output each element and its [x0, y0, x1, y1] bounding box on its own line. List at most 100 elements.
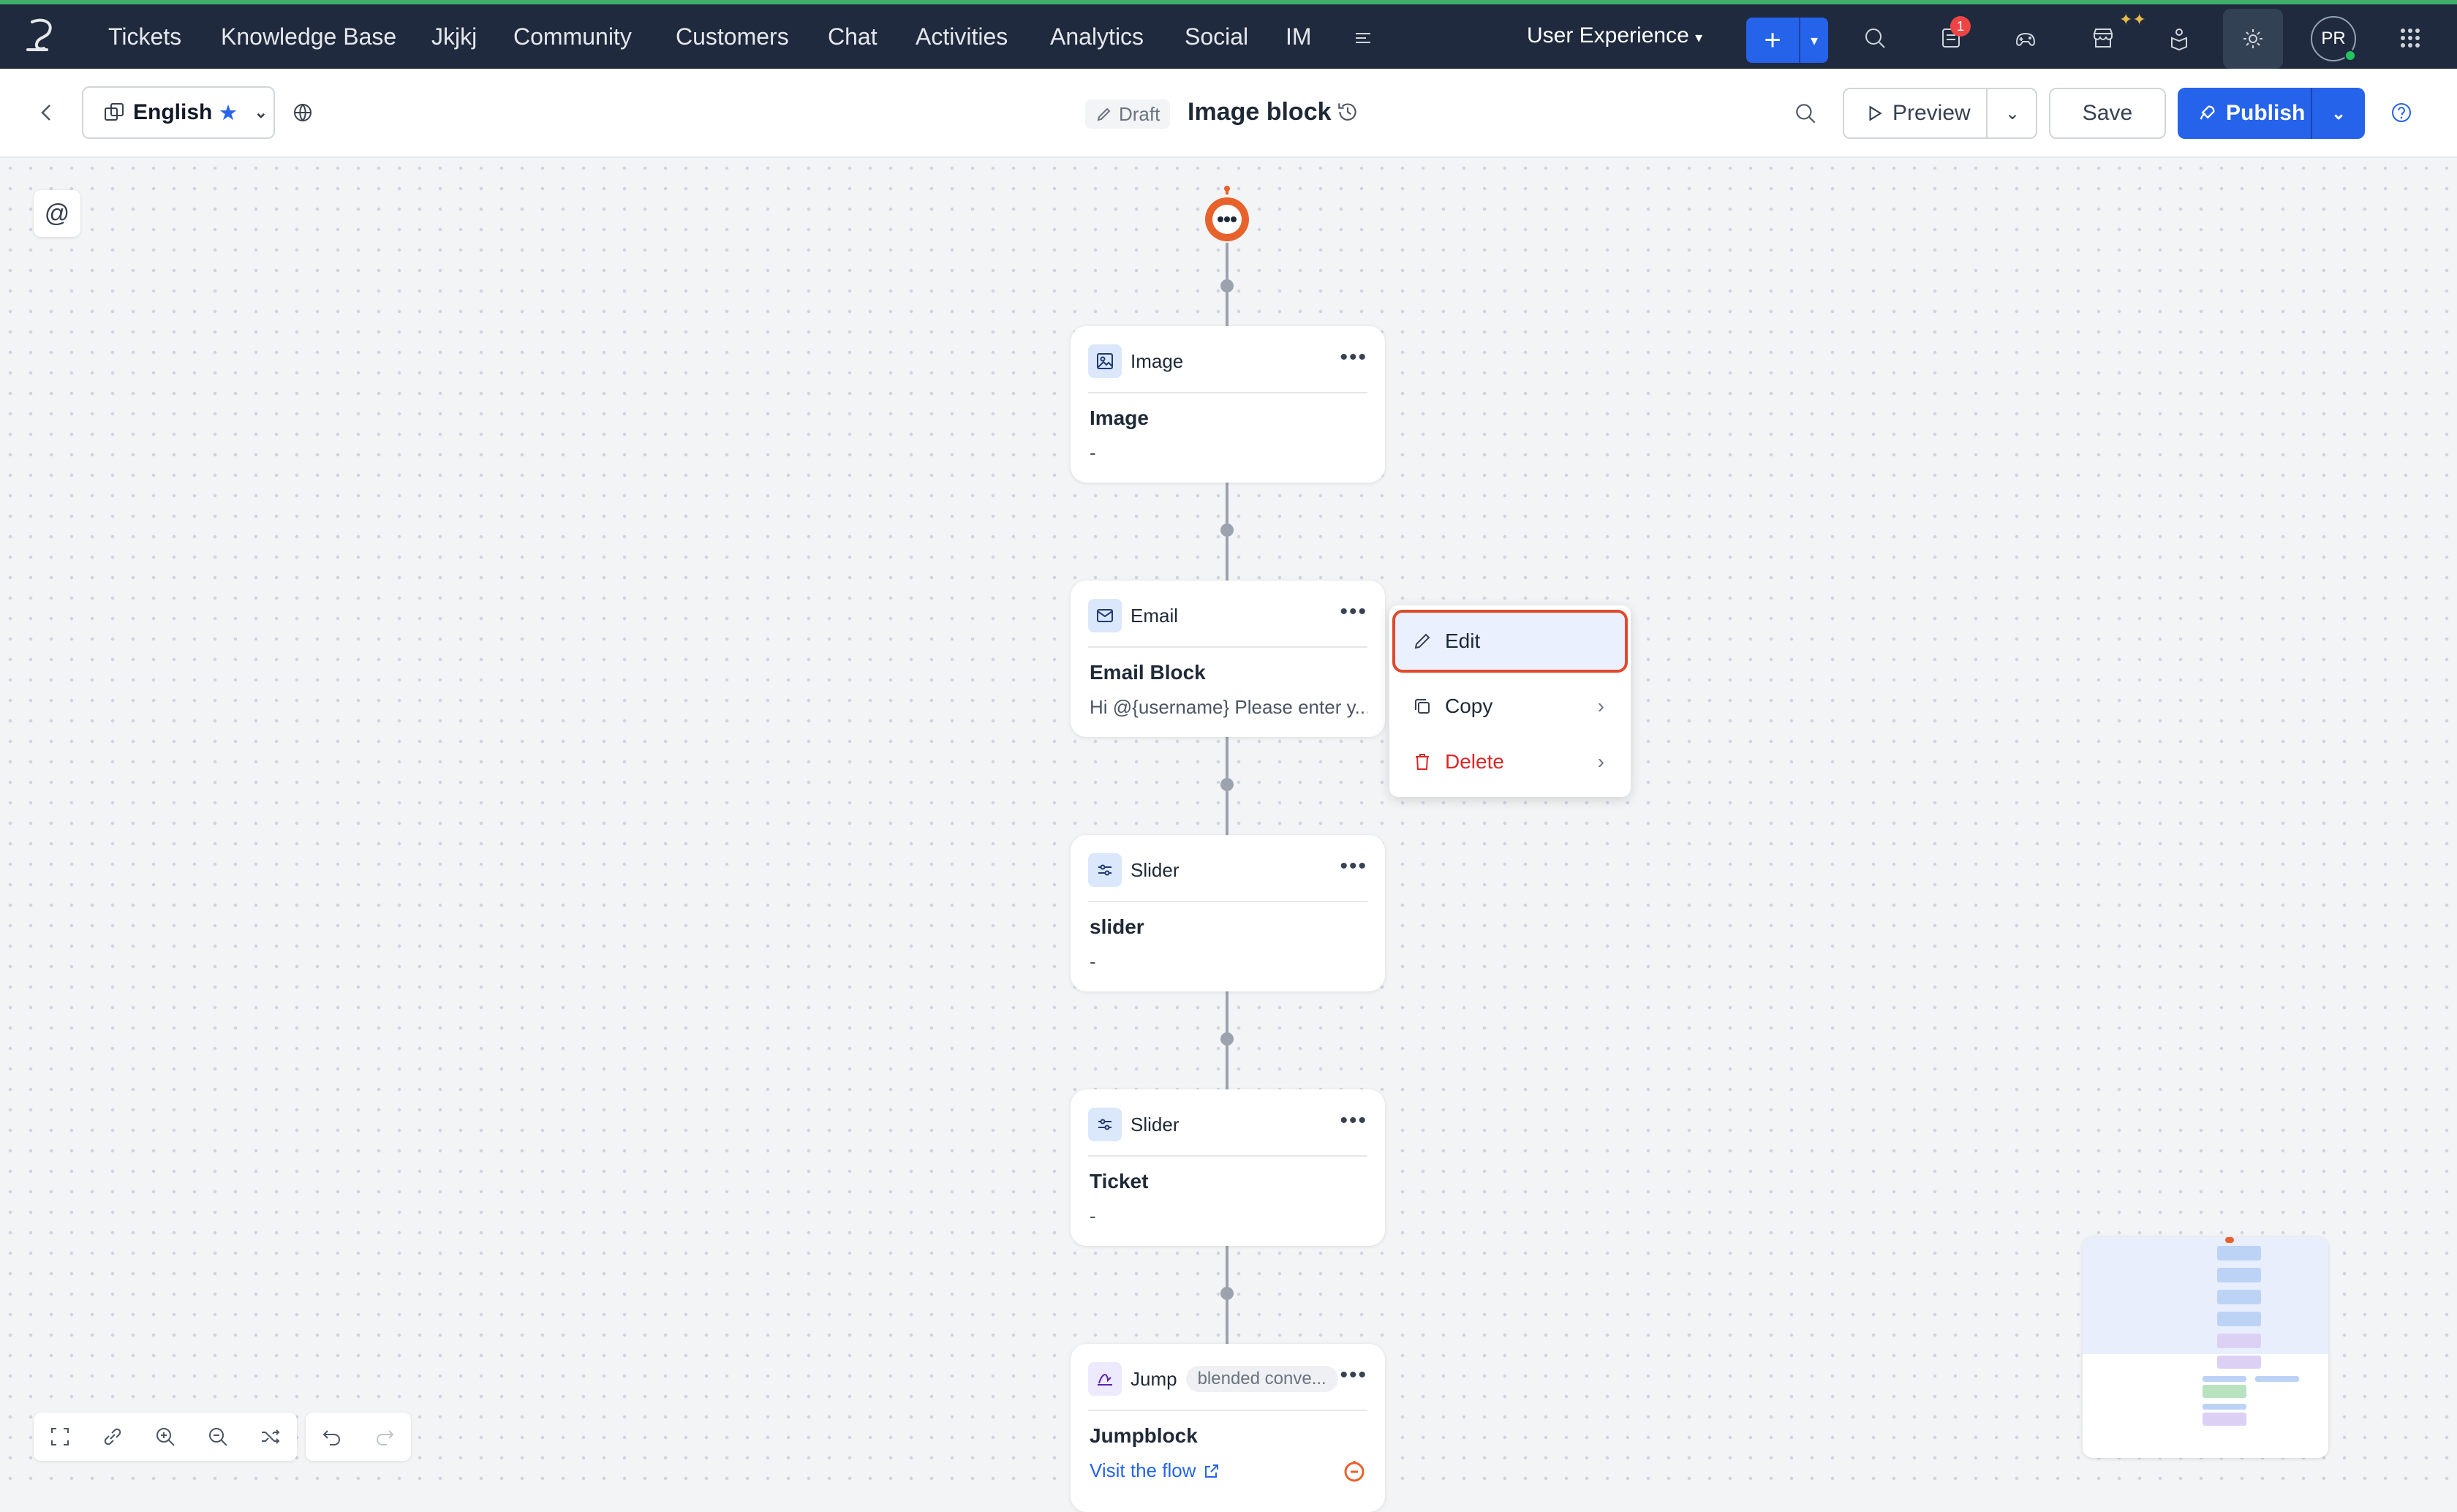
minimap-node: [2217, 1312, 2261, 1326]
status-label: Draft: [1119, 102, 1160, 125]
link-label: Visit the flow: [1090, 1459, 1196, 1481]
preview-button[interactable]: Preview ⌄: [1843, 88, 2037, 139]
bot-start-node-icon[interactable]: [1202, 184, 1252, 243]
canvas-controls: [34, 1413, 411, 1461]
apps-grid-icon[interactable]: [2391, 19, 2429, 57]
block-title: Image: [1090, 407, 1149, 429]
app-logo-icon[interactable]: [22, 16, 58, 54]
chevron-down-icon[interactable]: ⌄: [1988, 89, 2037, 137]
search-icon[interactable]: [1856, 19, 1894, 57]
bot-icon: [1343, 1459, 1366, 1486]
more-options-icon[interactable]: •••: [1340, 855, 1367, 877]
save-button[interactable]: Save: [2049, 88, 2166, 139]
page-title: Image block: [1188, 98, 1332, 126]
flow-canvas[interactable]: @ Image ••• Image - Email ••• Email Bloc…: [0, 158, 2457, 1512]
more-tabs-icon[interactable]: [1344, 19, 1382, 57]
minimap-node: [2217, 1334, 2261, 1348]
block-subtitle: -: [1090, 950, 1096, 972]
nav-community[interactable]: Community: [513, 23, 632, 50]
divider: [1088, 901, 1367, 902]
connector-dot[interactable]: [1220, 523, 1234, 537]
nav-social[interactable]: Social: [1185, 23, 1248, 50]
block-type-label: Slider: [1131, 858, 1180, 881]
more-options-icon[interactable]: •••: [1340, 1110, 1367, 1132]
zoom-in-icon[interactable]: [139, 1413, 192, 1461]
notification-count-badge: 1: [1950, 16, 1971, 37]
caret-down-icon: ▾: [1695, 30, 1703, 46]
menu-item-edit[interactable]: Edit: [1392, 610, 1628, 673]
minimap-node: [2225, 1237, 2234, 1243]
minimap-viewport[interactable]: [2083, 1237, 2328, 1354]
marketplace-store-icon[interactable]: [2084, 19, 2122, 57]
divider: [1088, 392, 1367, 393]
more-options-icon[interactable]: •••: [1340, 1364, 1367, 1386]
external-link-icon: [1205, 1464, 1219, 1478]
add-new-button[interactable]: + ▾: [1746, 18, 1828, 63]
connector-dot[interactable]: [1220, 778, 1234, 791]
nav-customers[interactable]: Customers: [676, 23, 789, 50]
back-arrow-icon[interactable]: [35, 101, 58, 128]
primary-star-icon: ★: [219, 101, 237, 124]
connector-dot[interactable]: [1220, 1287, 1234, 1300]
nav-analytics[interactable]: Analytics: [1050, 23, 1144, 50]
divider: [1088, 1155, 1367, 1157]
user-guide-icon[interactable]: [2160, 19, 2198, 57]
divider: [1088, 646, 1367, 648]
language-selector[interactable]: English ★ ⌄: [82, 86, 275, 139]
rocket-icon: [2200, 105, 2215, 120]
gear-icon: [2234, 20, 2272, 58]
nav-knowledge-base[interactable]: Knowledge Base: [221, 23, 396, 50]
chevron-down-icon[interactable]: ⌄: [2312, 88, 2365, 139]
chevron-down-icon: ⌄: [254, 103, 268, 121]
connector-dot[interactable]: [1220, 1032, 1234, 1046]
undo-icon[interactable]: [306, 1413, 358, 1461]
block-type-label: Jump: [1131, 1367, 1177, 1390]
nav-chat[interactable]: Chat: [828, 23, 878, 50]
publish-button[interactable]: Publish ⌄: [2178, 88, 2365, 139]
nav-tickets[interactable]: Tickets: [108, 23, 181, 50]
help-icon[interactable]: [2390, 101, 2413, 128]
mention-button[interactable]: @: [34, 190, 80, 237]
shuffle-layout-icon[interactable]: [244, 1413, 297, 1461]
image-block-card[interactable]: Image ••• Image -: [1071, 326, 1385, 483]
minimap-node: [2203, 1376, 2246, 1382]
block-title: Email Block: [1090, 661, 1206, 684]
nav-im[interactable]: IM: [1286, 23, 1312, 50]
language-label: English: [133, 100, 213, 124]
plus-icon: +: [1764, 23, 1781, 56]
gamepad-icon[interactable]: [2007, 19, 2045, 57]
caret-down-icon[interactable]: ▾: [1800, 18, 1828, 63]
fit-to-screen-icon[interactable]: [34, 1413, 86, 1461]
more-options-icon[interactable]: •••: [1340, 347, 1367, 368]
slider-block-card[interactable]: Slider ••• slider -: [1071, 835, 1385, 991]
minimap-node: [2217, 1268, 2261, 1282]
visit-flow-link[interactable]: Visit the flow: [1090, 1459, 1220, 1482]
slider-block-card[interactable]: Slider ••• Ticket -: [1071, 1089, 1385, 1246]
department-switcher[interactable]: User Experience ▾: [1527, 23, 1702, 48]
email-block-card[interactable]: Email ••• Email Block Hi @{username} Ple…: [1071, 581, 1385, 737]
nav-activities[interactable]: Activities: [916, 23, 1008, 50]
link-icon[interactable]: [86, 1413, 139, 1461]
slider-icon: [1088, 853, 1122, 887]
user-avatar[interactable]: PR: [2311, 16, 2356, 61]
department-label: User Experience: [1527, 23, 1689, 48]
search-icon[interactable]: [1793, 101, 1818, 129]
copy-icon: [1415, 699, 1430, 714]
settings-button[interactable]: [2223, 9, 2283, 69]
nav-jkjkj[interactable]: Jkjkj: [431, 23, 477, 50]
connector-dot[interactable]: [1220, 279, 1234, 292]
menu-item-copy[interactable]: Copy ›: [1389, 681, 1631, 731]
menu-item-delete[interactable]: Delete ›: [1389, 737, 1631, 787]
jump-icon: [1088, 1362, 1122, 1396]
flow-minimap[interactable]: [2083, 1237, 2328, 1458]
redo-icon[interactable]: [358, 1413, 411, 1461]
zoom-out-icon[interactable]: [192, 1413, 244, 1461]
slider-icon: [1088, 1108, 1122, 1141]
minimap-node: [2255, 1376, 2299, 1382]
history-icon[interactable]: [1335, 99, 1360, 128]
sparkle-icon: ✦✦: [2119, 10, 2146, 29]
globe-icon[interactable]: [291, 101, 314, 128]
more-options-icon[interactable]: •••: [1340, 601, 1367, 623]
minimap-node: [2217, 1290, 2261, 1304]
jump-block-card[interactable]: Jump blended conve... ••• Jumpblock Visi…: [1071, 1344, 1385, 1512]
